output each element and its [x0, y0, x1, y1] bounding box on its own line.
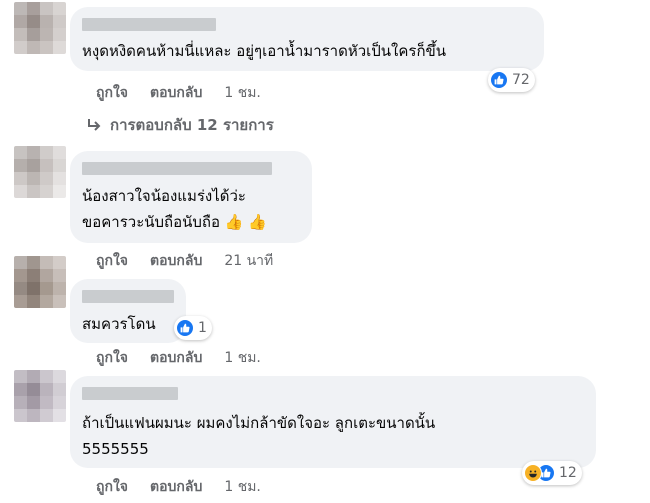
avatar[interactable]: [14, 370, 66, 422]
reply-button[interactable]: ตอบกลับ: [150, 476, 202, 498]
reaction-summary[interactable]: 72: [488, 68, 535, 92]
comment-text: น้องสาวใจน้องแมร่งได้ว่ะ: [82, 187, 246, 205]
thumbs-up-emoji: 👍 👍: [224, 213, 267, 231]
view-replies-link[interactable]: การตอบกลับ 12 รายการ: [86, 113, 274, 137]
haha-icon: [524, 464, 542, 482]
avatar[interactable]: [14, 2, 66, 54]
like-button[interactable]: ถูกใจ: [96, 347, 128, 369]
comment-bubble: น้องสาวใจน้องแมร่งได้ว่ะ ขอคารวะนับถือนั…: [70, 151, 312, 243]
timestamp[interactable]: 1 ชม.: [224, 476, 261, 498]
reply-button[interactable]: ตอบกลับ: [150, 82, 202, 104]
comment-actions: ถูกใจ ตอบกลับ 1 ชม.: [96, 347, 261, 369]
reaction-summary[interactable]: 1: [174, 316, 212, 340]
comment-bubble: หงุดหงิดคนห้ามนี่แหละ อยู่ๆเอาน้ำมาราดหั…: [70, 7, 544, 71]
commenter-name-redacted[interactable]: [82, 162, 272, 175]
comment-text-line: ขอคารวะนับถือนับถือ: [82, 213, 220, 231]
reply-button[interactable]: ตอบกลับ: [150, 347, 202, 369]
reply-button[interactable]: ตอบกลับ: [150, 250, 202, 272]
comment-actions: ถูกใจ ตอบกลับ 1 ชม.: [96, 476, 261, 498]
like-button[interactable]: ถูกใจ: [96, 250, 128, 272]
timestamp[interactable]: 1 ชม.: [224, 82, 261, 104]
avatar[interactable]: [14, 146, 66, 198]
like-icon: [490, 71, 508, 89]
comment-text: ถ้าเป็นแฟนผมนะ ผมคงไม่กล้าขัดใจอะ ลูกเตะ…: [82, 414, 436, 432]
like-button[interactable]: ถูกใจ: [96, 82, 128, 104]
reaction-count: 1: [198, 320, 207, 336]
comment-text: 5555555: [82, 440, 149, 458]
reaction-count: 72: [512, 72, 530, 88]
avatar[interactable]: [14, 256, 66, 308]
reaction-count: 12: [559, 465, 577, 481]
like-button[interactable]: ถูกใจ: [96, 476, 128, 498]
reply-arrow-icon: [88, 119, 101, 131]
comment-text: สมควรโดน: [82, 315, 156, 333]
timestamp[interactable]: 21 นาที: [224, 250, 273, 272]
commenter-name-redacted[interactable]: [82, 18, 216, 31]
commenter-name-redacted[interactable]: [82, 387, 178, 400]
reaction-summary[interactable]: 12: [522, 461, 582, 485]
comment-text: ขอคารวะนับถือนับถือ 👍 👍: [82, 210, 267, 234]
comment-actions: ถูกใจ ตอบกลับ 1 ชม.: [96, 82, 261, 104]
view-replies-label: การตอบกลับ 12 รายการ: [110, 116, 274, 134]
comment-actions: ถูกใจ ตอบกลับ 21 นาที: [96, 250, 273, 272]
comment-bubble: สมควรโดน: [70, 279, 186, 343]
like-icon: [176, 319, 194, 337]
comment-text: หงุดหงิดคนห้ามนี่แหละ อยู่ๆเอาน้ำมาราดหั…: [82, 42, 447, 60]
timestamp[interactable]: 1 ชม.: [224, 347, 261, 369]
comment-bubble: ถ้าเป็นแฟนผมนะ ผมคงไม่กล้าขัดใจอะ ลูกเตะ…: [70, 376, 596, 468]
commenter-name-redacted[interactable]: [82, 290, 174, 303]
